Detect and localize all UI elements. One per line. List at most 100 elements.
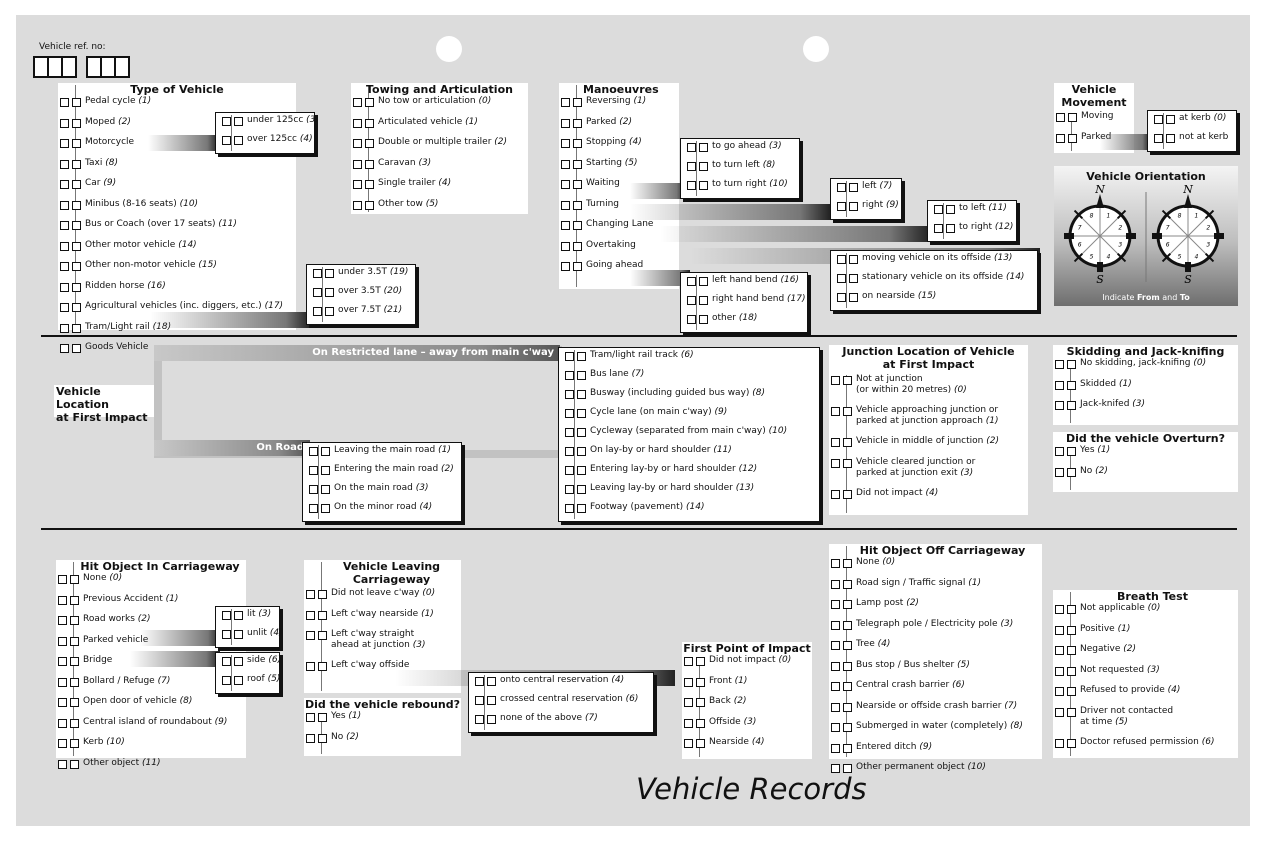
checkbox-primary[interactable] — [837, 293, 846, 302]
checkbox-secondary[interactable] — [1068, 113, 1077, 122]
checkbox-primary[interactable] — [561, 159, 570, 169]
checkbox-secondary[interactable] — [70, 657, 79, 666]
checkbox-secondary[interactable] — [365, 159, 374, 169]
checkbox-secondary[interactable] — [696, 657, 705, 666]
checkbox-primary[interactable] — [222, 117, 231, 126]
checkbox-primary[interactable] — [831, 600, 840, 609]
checkbox-secondary[interactable] — [849, 255, 858, 264]
checkbox-primary[interactable] — [687, 162, 696, 171]
checkbox-primary[interactable] — [60, 180, 69, 189]
checkbox-primary[interactable] — [58, 657, 67, 666]
checkbox-secondary[interactable] — [843, 559, 852, 568]
checkbox-primary[interactable] — [565, 466, 574, 475]
checkbox-secondary[interactable] — [325, 269, 334, 278]
checkbox-secondary[interactable] — [1067, 467, 1076, 477]
checkbox-secondary[interactable] — [1067, 625, 1076, 635]
checkbox-primary[interactable] — [58, 636, 67, 646]
checkbox-secondary[interactable] — [843, 458, 852, 468]
checkbox-primary[interactable] — [831, 559, 840, 568]
checkbox-secondary[interactable] — [321, 485, 330, 494]
checkbox-secondary[interactable] — [70, 698, 79, 707]
checkbox-secondary[interactable] — [696, 698, 705, 707]
checkbox-primary[interactable] — [222, 630, 231, 639]
checkbox-secondary[interactable] — [699, 162, 708, 171]
checkbox-primary[interactable] — [561, 139, 570, 148]
checkbox-secondary[interactable] — [70, 595, 79, 605]
checkbox-secondary[interactable] — [946, 205, 955, 214]
checkbox-primary[interactable] — [475, 677, 484, 686]
checkbox-secondary[interactable] — [318, 733, 327, 743]
checkbox-secondary[interactable] — [1166, 134, 1175, 143]
checkbox-primary[interactable] — [60, 118, 69, 128]
checkbox-secondary[interactable] — [573, 98, 582, 107]
checkbox-primary[interactable] — [222, 657, 231, 666]
checkbox-secondary[interactable] — [487, 715, 496, 724]
checkbox-primary[interactable] — [60, 323, 69, 333]
checkbox-secondary[interactable] — [849, 202, 858, 211]
checkbox-secondary[interactable] — [1067, 360, 1076, 369]
checkbox-secondary[interactable] — [318, 590, 327, 599]
checkbox-secondary[interactable] — [70, 575, 79, 584]
checkbox-primary[interactable] — [306, 662, 315, 671]
checkbox-primary[interactable] — [58, 575, 67, 584]
checkbox-secondary[interactable] — [577, 428, 586, 437]
checkbox-primary[interactable] — [831, 682, 840, 691]
checkbox-secondary[interactable] — [70, 718, 79, 728]
checkbox-primary[interactable] — [353, 98, 362, 107]
checkbox-secondary[interactable] — [72, 344, 81, 353]
checkbox-primary[interactable] — [561, 180, 570, 189]
checkbox-secondary[interactable] — [72, 159, 81, 169]
checkbox-secondary[interactable] — [843, 661, 852, 671]
checkbox-primary[interactable] — [565, 390, 574, 399]
checkbox-secondary[interactable] — [573, 159, 582, 169]
checkbox-secondary[interactable] — [365, 200, 374, 210]
checkbox-primary[interactable] — [1056, 133, 1065, 143]
checkbox-primary[interactable] — [306, 713, 315, 722]
checkbox-secondary[interactable] — [843, 438, 852, 447]
checkbox-primary[interactable] — [60, 303, 69, 312]
checkbox-primary[interactable] — [684, 677, 693, 687]
checkbox-secondary[interactable] — [1067, 380, 1076, 390]
checkbox-secondary[interactable] — [699, 296, 708, 305]
checkbox-primary[interactable] — [58, 677, 67, 687]
checkbox-primary[interactable] — [1055, 360, 1064, 369]
checkbox-primary[interactable] — [831, 661, 840, 671]
checkbox-primary[interactable] — [837, 183, 846, 192]
checkbox-secondary[interactable] — [365, 139, 374, 148]
checkbox-primary[interactable] — [1055, 687, 1064, 696]
checkbox-primary[interactable] — [60, 139, 69, 148]
checkbox-primary[interactable] — [309, 504, 318, 513]
checkbox-primary[interactable] — [831, 620, 840, 630]
checkbox-primary[interactable] — [306, 631, 315, 640]
checkbox-primary[interactable] — [1056, 113, 1065, 122]
checkbox-secondary[interactable] — [1067, 666, 1076, 676]
checkbox-secondary[interactable] — [699, 315, 708, 324]
checkbox-primary[interactable] — [561, 262, 570, 271]
checkbox-primary[interactable] — [60, 282, 69, 292]
checkbox-secondary[interactable] — [70, 739, 79, 748]
checkbox-secondary[interactable] — [573, 139, 582, 148]
checkbox-secondary[interactable] — [70, 677, 79, 687]
checkbox-primary[interactable] — [831, 458, 840, 468]
checkbox-primary[interactable] — [1055, 401, 1064, 410]
checkbox-secondary[interactable] — [1067, 738, 1076, 748]
checkbox-secondary[interactable] — [321, 504, 330, 513]
checkbox-primary[interactable] — [309, 447, 318, 456]
checkbox-secondary[interactable] — [72, 118, 81, 128]
checkbox-secondary[interactable] — [72, 221, 81, 230]
checkbox-secondary[interactable] — [843, 407, 852, 416]
checkbox-primary[interactable] — [565, 352, 574, 361]
checkbox-primary[interactable] — [309, 485, 318, 494]
checkbox-secondary[interactable] — [577, 352, 586, 361]
checkbox-primary[interactable] — [565, 428, 574, 437]
checkbox-primary[interactable] — [565, 447, 574, 456]
checkbox-secondary[interactable] — [577, 447, 586, 456]
checkbox-secondary[interactable] — [1068, 133, 1077, 143]
checkbox-secondary[interactable] — [946, 224, 955, 233]
checkbox-secondary[interactable] — [577, 466, 586, 475]
checkbox-secondary[interactable] — [72, 139, 81, 148]
checkbox-primary[interactable] — [353, 139, 362, 148]
checkbox-primary[interactable] — [831, 723, 840, 732]
checkbox-secondary[interactable] — [1067, 707, 1076, 717]
checkbox-secondary[interactable] — [696, 677, 705, 687]
